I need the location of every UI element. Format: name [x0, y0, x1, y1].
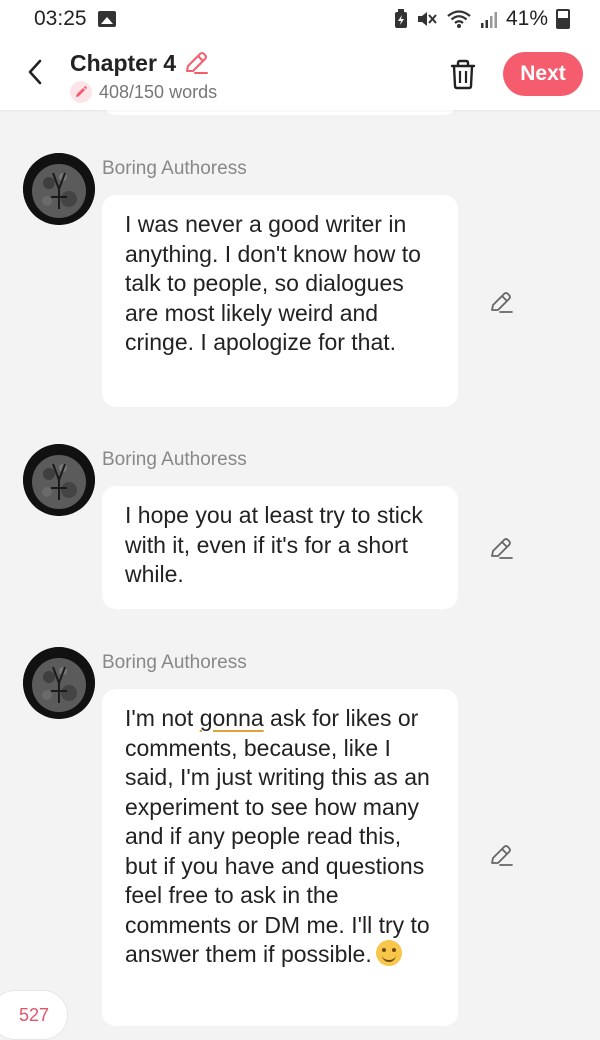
editor-header: Chapter 4 408/150 words Next: [0, 40, 600, 110]
pencil-icon[interactable]: [182, 49, 210, 77]
pencil-icon[interactable]: [489, 289, 515, 315]
status-bar: 03:25 41%: [0, 0, 600, 40]
message-bubble[interactable]: I'm not gonna ask for likes or comments,…: [102, 689, 458, 1026]
message-bubble[interactable]: I hope you at least try to stick with it…: [102, 486, 458, 609]
avatar[interactable]: [23, 647, 95, 719]
avatar[interactable]: [23, 444, 95, 516]
chapter-title-row: Chapter 4: [70, 49, 210, 77]
word-count: 408/150 words: [99, 81, 218, 102]
author-name: Boring Authoress: [102, 652, 247, 673]
mute-icon: [417, 12, 437, 26]
next-button[interactable]: Next: [503, 52, 583, 96]
battery-icon: [556, 9, 570, 29]
battery-percentage: 41%: [505, 7, 548, 30]
author-name: Boring Authoress: [102, 449, 247, 470]
avatar-moon-icon: [23, 153, 95, 225]
message-text: I'm not: [125, 705, 200, 731]
status-icons: 41%: [394, 7, 570, 31]
avatar-moon-icon: [23, 444, 95, 516]
signal-icon: [480, 12, 497, 28]
pencil-icon[interactable]: [489, 535, 515, 561]
character-count: 527: [19, 1005, 50, 1025]
back-icon[interactable]: [18, 52, 54, 92]
word-count-row: 408/150 words: [70, 81, 217, 103]
message-text: ask for likes or comments, because, like…: [125, 705, 430, 967]
pencil-icon: [70, 81, 92, 103]
author-name: Boring Authoress: [102, 158, 247, 179]
wifi-icon: [447, 10, 471, 28]
trash-icon[interactable]: [446, 57, 480, 91]
smile-emoji-icon: [375, 940, 402, 966]
image-icon: [98, 11, 116, 27]
status-time: 03:25: [34, 7, 87, 30]
avatar[interactable]: [23, 153, 95, 225]
message-bubble[interactable]: I was never a good writer in anything. I…: [102, 195, 458, 407]
chapter-title[interactable]: Chapter 4: [70, 50, 176, 77]
pencil-icon[interactable]: [489, 842, 515, 868]
battery-saver-icon: [394, 9, 407, 28]
avatar-moon-icon: [23, 647, 95, 719]
spellcheck-underlined-word[interactable]: gonna: [200, 705, 264, 731]
